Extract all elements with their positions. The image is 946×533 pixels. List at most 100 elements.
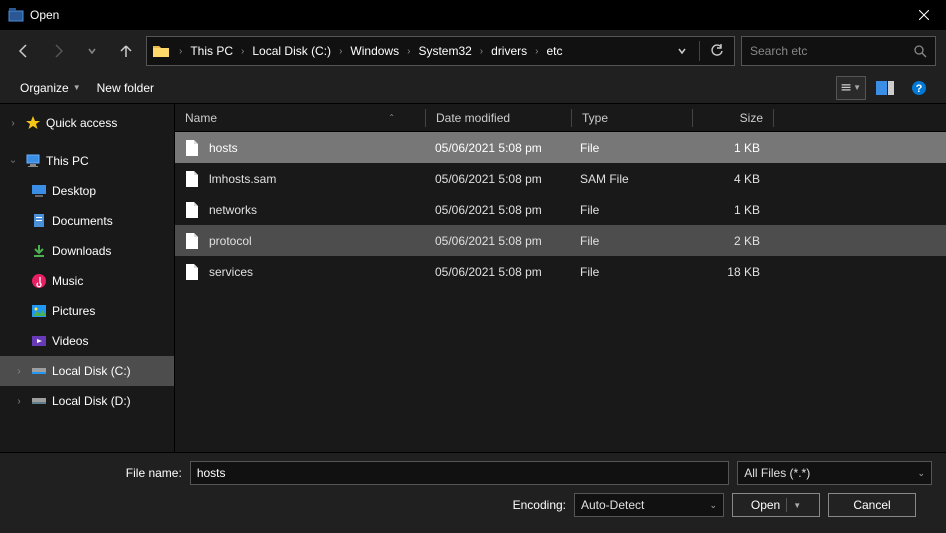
breadcrumb[interactable]: drivers: [487, 44, 531, 58]
file-row[interactable]: protocol05/06/2021 5:08 pmFile2 KB: [175, 225, 946, 256]
chevron-down-icon: ⌄: [917, 468, 925, 479]
chevron-down-icon: ▼: [853, 83, 861, 92]
chevron-right-icon[interactable]: ›: [478, 46, 485, 57]
sidebar-quick-access[interactable]: › Quick access: [0, 108, 174, 138]
breadcrumb[interactable]: Local Disk (C:): [248, 44, 335, 58]
sidebar: › Quick access › This PC Desktop Documen…: [0, 104, 175, 452]
back-button[interactable]: [10, 37, 38, 65]
file-type-filter[interactable]: All Files (*.*) ⌄: [737, 461, 932, 485]
chevron-right-icon[interactable]: ›: [6, 118, 20, 129]
desktop-icon: [30, 182, 48, 200]
file-row[interactable]: services05/06/2021 5:08 pmFile18 KB: [175, 256, 946, 287]
sidebar-item-local-disk-d[interactable]: › Local Disk (D:): [0, 386, 174, 416]
column-label: Name: [185, 111, 217, 125]
chevron-right-icon[interactable]: ›: [239, 46, 246, 57]
toolbar: Organize ▼ New folder ▼ ?: [0, 72, 946, 104]
cancel-button[interactable]: Cancel: [828, 493, 916, 517]
sidebar-item-downloads[interactable]: Downloads: [0, 236, 174, 266]
file-size: 4 KB: [690, 172, 770, 186]
column-size[interactable]: Size: [693, 111, 773, 125]
file-row[interactable]: lmhosts.sam05/06/2021 5:08 pmSAM File4 K…: [175, 163, 946, 194]
titlebar: Open: [0, 0, 946, 30]
breadcrumb[interactable]: Windows: [346, 44, 403, 58]
file-type: File: [570, 203, 690, 217]
file-type: File: [570, 141, 690, 155]
refresh-button[interactable]: [704, 38, 730, 64]
file-name: services: [209, 265, 253, 279]
drive-icon: [30, 392, 48, 410]
chevron-down-icon: ▼: [793, 501, 801, 510]
pc-icon: [24, 152, 42, 170]
filename-label: File name:: [14, 466, 182, 480]
address-bar[interactable]: › This PC › Local Disk (C:) › Windows › …: [146, 36, 735, 66]
sidebar-item-pictures[interactable]: Pictures: [0, 296, 174, 326]
chevron-right-icon[interactable]: ›: [405, 46, 412, 57]
file-size: 1 KB: [690, 141, 770, 155]
new-folder-button[interactable]: New folder: [89, 77, 162, 99]
open-button[interactable]: Open ▼: [732, 493, 820, 517]
file-type: File: [570, 234, 690, 248]
sidebar-item-documents[interactable]: Documents: [0, 206, 174, 236]
preview-pane-button[interactable]: [870, 76, 900, 100]
search-icon: [913, 44, 927, 58]
column-type[interactable]: Type: [572, 111, 692, 125]
sidebar-item-label: This PC: [46, 154, 89, 168]
breadcrumb[interactable]: etc: [543, 44, 567, 58]
sidebar-item-desktop[interactable]: Desktop: [0, 176, 174, 206]
file-date: 05/06/2021 5:08 pm: [425, 141, 570, 155]
breadcrumb[interactable]: This PC: [186, 44, 237, 58]
file-row[interactable]: networks 05/06/2021 5:08 pmFile1 KB: [175, 194, 946, 225]
sidebar-item-label: Local Disk (C:): [52, 364, 131, 378]
bottom-panel: File name: All Files (*.*) ⌄ Encoding: A…: [0, 452, 946, 530]
sidebar-item-music[interactable]: Music: [0, 266, 174, 296]
sidebar-item-label: Desktop: [52, 184, 96, 198]
up-button[interactable]: [112, 37, 140, 65]
sidebar-item-label: Videos: [52, 334, 88, 348]
chevron-down-icon: ▼: [73, 83, 81, 92]
sidebar-item-videos[interactable]: Videos: [0, 326, 174, 356]
file-icon: [185, 233, 201, 249]
file-row[interactable]: hosts05/06/2021 5:08 pmFile1 KB: [175, 132, 946, 163]
file-type: File: [570, 265, 690, 279]
address-dropdown[interactable]: [669, 38, 695, 64]
column-headers: Name ⌃ Date modified Type Size: [175, 104, 946, 132]
chevron-right-icon[interactable]: ›: [337, 46, 344, 57]
chevron-right-icon[interactable]: ›: [533, 46, 540, 57]
recent-dropdown[interactable]: [78, 37, 106, 65]
organize-label: Organize: [20, 81, 69, 95]
help-button[interactable]: ?: [904, 76, 934, 100]
chevron-right-icon[interactable]: ›: [177, 46, 184, 57]
search-box[interactable]: [741, 36, 936, 66]
chevron-right-icon[interactable]: ›: [12, 396, 26, 407]
sidebar-item-label: Quick access: [46, 116, 117, 130]
forward-button[interactable]: [44, 37, 72, 65]
window-title: Open: [30, 8, 901, 22]
file-list: Name ⌃ Date modified Type Size hosts05/0…: [175, 104, 946, 452]
file-size: 1 KB: [690, 203, 770, 217]
file-name: networks: [209, 203, 257, 217]
nav-row: › This PC › Local Disk (C:) › Windows › …: [0, 30, 946, 72]
view-button[interactable]: ▼: [836, 76, 866, 100]
search-input[interactable]: [750, 44, 913, 58]
organize-button[interactable]: Organize ▼: [12, 77, 89, 99]
sidebar-this-pc[interactable]: › This PC: [0, 146, 174, 176]
column-name[interactable]: Name ⌃: [175, 111, 425, 125]
file-size: 18 KB: [690, 265, 770, 279]
documents-icon: [30, 212, 48, 230]
cancel-label: Cancel: [853, 498, 890, 512]
downloads-icon: [30, 242, 48, 260]
file-rows: hosts05/06/2021 5:08 pmFile1 KBlmhosts.s…: [175, 132, 946, 452]
chevron-down-icon[interactable]: ›: [8, 154, 19, 168]
body: › Quick access › This PC Desktop Documen…: [0, 104, 946, 452]
chevron-down-icon: ⌄: [709, 500, 717, 511]
close-button[interactable]: [901, 0, 946, 30]
file-date: 05/06/2021 5:08 pm: [425, 203, 570, 217]
column-label: Date modified: [436, 111, 510, 125]
column-date[interactable]: Date modified: [426, 111, 571, 125]
sort-indicator: ⌃: [388, 113, 395, 122]
breadcrumb[interactable]: System32: [414, 44, 475, 58]
filename-input[interactable]: [190, 461, 729, 485]
encoding-dropdown[interactable]: Auto-Detect ⌄: [574, 493, 724, 517]
chevron-right-icon[interactable]: ›: [12, 366, 26, 377]
sidebar-item-local-disk-c[interactable]: › Local Disk (C:): [0, 356, 174, 386]
